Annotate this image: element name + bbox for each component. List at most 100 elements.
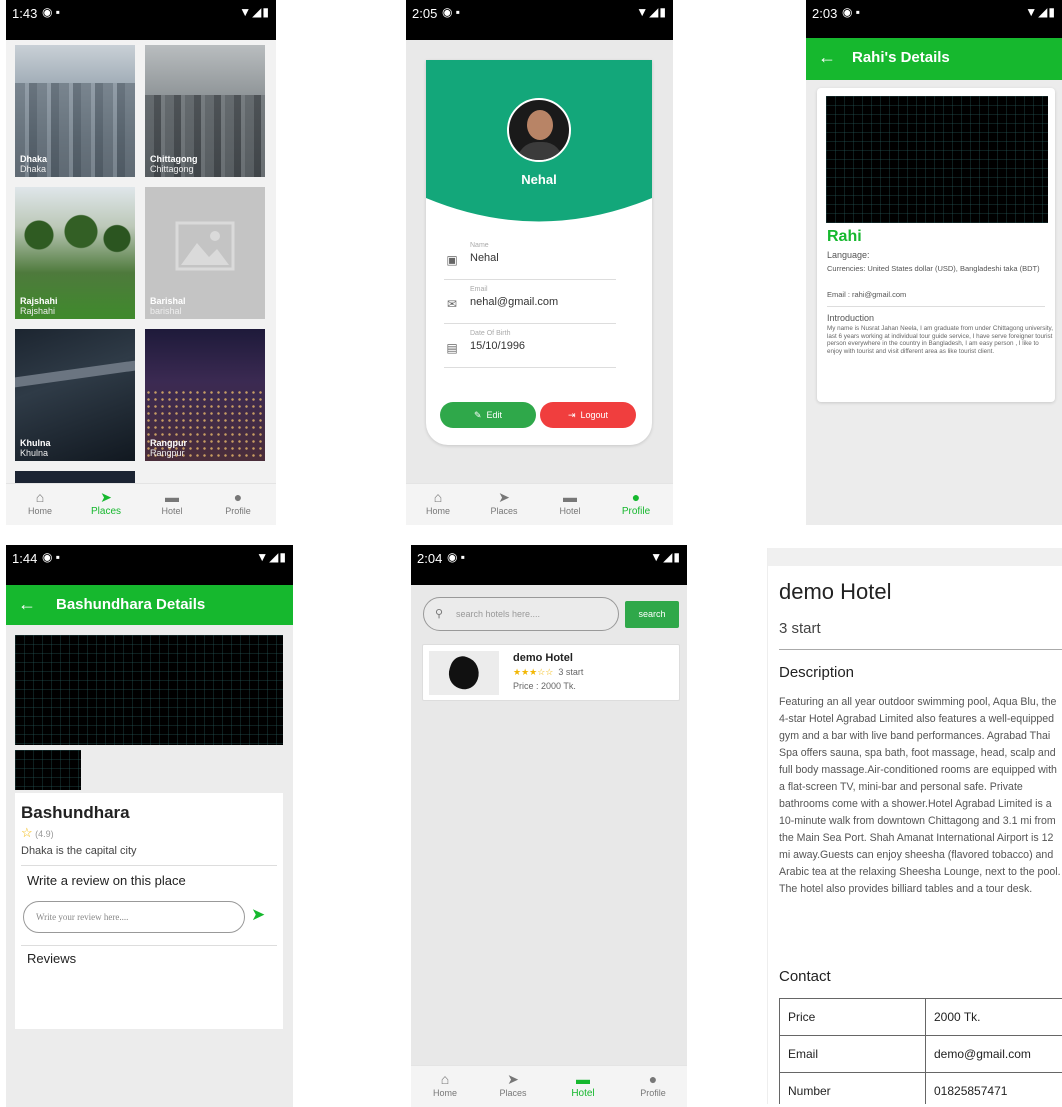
status-bar: 2:05 ◉ ▪ ▼◢▮ xyxy=(406,0,673,40)
logout-icon: ⇥ xyxy=(567,410,576,420)
notification-icons: ◉ ▪ xyxy=(447,550,466,564)
nav-label: Hotel xyxy=(161,506,183,516)
search-icon: ⚲ xyxy=(435,608,444,620)
bottom-nav: ⌂ Home ➤ Places ▬ Hotel ● Profile xyxy=(411,1065,687,1107)
city-name: Rangpur xyxy=(150,438,187,448)
status-bar: 1:43 ◉ ▪ ▼◢▮ xyxy=(6,0,276,40)
search-input[interactable]: ⚲ search hotels here.... xyxy=(423,597,619,631)
nav-home[interactable]: ⌂ Home xyxy=(415,1070,475,1098)
guide-card: Rahi Language: Currencies: United States… xyxy=(817,88,1055,402)
nav-label: Profile xyxy=(621,506,651,517)
city-image xyxy=(15,207,135,277)
field-value: Nehal xyxy=(470,252,499,264)
page-title: Bashundhara Details xyxy=(56,596,206,613)
send-icon[interactable]: ➤ xyxy=(251,905,265,925)
status-time: 1:44 xyxy=(12,551,38,566)
nav-label: Places xyxy=(490,506,518,516)
city-subtitle: Dhaka xyxy=(20,164,47,174)
city-card-khulna[interactable]: Khulna Khulna xyxy=(15,329,135,461)
back-arrow-icon[interactable]: ← xyxy=(818,47,836,68)
divider xyxy=(21,865,277,866)
contact-value[interactable]: 01825857471 xyxy=(925,1072,1062,1104)
description-text: Featuring an all year outdoor swimming p… xyxy=(779,696,1061,895)
divider xyxy=(827,306,1045,307)
nav-home[interactable]: ⌂ Home xyxy=(10,488,70,516)
guide-currencies: Currencies: United States dollar (USD), … xyxy=(827,264,1040,273)
bed-icon: ▬ xyxy=(165,489,179,505)
navigation-arrow-icon: ➤ xyxy=(100,489,112,505)
screen-places: 1:43 ◉ ▪ ▼◢▮ Dhaka Dhaka Chittagong Chit… xyxy=(6,0,276,525)
hotel-name: demo Hotel xyxy=(513,652,573,664)
bed-icon: ▬ xyxy=(563,489,577,505)
hotel-title: demo Hotel xyxy=(779,579,892,604)
nav-places[interactable]: ➤ Places xyxy=(76,488,136,517)
city-card-chittagong[interactable]: Chittagong Chittagong xyxy=(145,45,265,177)
review-heading: Write a review on this place xyxy=(27,873,186,888)
signal-battery-icon: ▼◢▮ xyxy=(256,550,287,564)
nav-label: Home xyxy=(432,1088,457,1098)
mail-icon: ✉ xyxy=(446,297,458,311)
profile-name: Nehal xyxy=(521,172,557,187)
search-placeholder: search hotels here.... xyxy=(456,609,541,619)
description-heading: Description xyxy=(779,664,855,681)
nav-places[interactable]: ➤ Places xyxy=(483,1070,543,1098)
intro-heading: Introduction xyxy=(827,313,875,323)
nav-profile[interactable]: ● Profile xyxy=(606,488,666,517)
review-input[interactable]: Write your review here.... xyxy=(23,901,245,933)
place-name: Bashundhara xyxy=(21,803,130,822)
hotel-price: Price : 2000 Tk. xyxy=(513,681,576,691)
home-icon: ⌂ xyxy=(433,489,443,505)
logout-button[interactable]: ⇥ Logout xyxy=(540,402,636,428)
city-card-rangpur[interactable]: Rangpur Rangpur xyxy=(145,329,265,461)
rating-value: (4.9) xyxy=(35,829,54,839)
nav-hotel[interactable]: ▬ Hotel xyxy=(142,488,202,516)
edit-button[interactable]: ✎ Edit xyxy=(440,402,536,428)
guide-photo xyxy=(826,96,1048,223)
back-arrow-icon[interactable]: ← xyxy=(18,594,36,615)
rating-text: 3 start xyxy=(558,667,584,677)
city-name: Khulna xyxy=(20,438,51,448)
nav-home[interactable]: ⌂ Home xyxy=(408,488,468,516)
star-icon: ☆ xyxy=(21,825,33,840)
search-button[interactable]: search xyxy=(625,601,679,628)
nav-label: Places xyxy=(499,1088,527,1098)
edit-label: Edit xyxy=(486,410,503,420)
contact-label: Email xyxy=(779,1035,926,1073)
city-subtitle: barishal xyxy=(150,306,182,316)
city-card-rajshahi[interactable]: Rajshahi Rajshahi xyxy=(15,187,135,319)
calendar-icon: ▤ xyxy=(446,341,458,355)
contact-label: Number xyxy=(779,1072,926,1104)
screen-guide-details: 2:03 ◉ ▪ ▼◢▮ ← Rahi's Details Rahi Langu… xyxy=(806,0,1062,525)
intro-text: My name is Nusrat Jahan Neela, I am grad… xyxy=(827,325,1053,355)
divider xyxy=(779,649,1062,650)
top-edge xyxy=(768,548,1062,566)
nav-label: Hotel xyxy=(571,1088,595,1099)
city-card-barishal[interactable]: Barishal barishal xyxy=(145,187,265,319)
contact-heading: Contact xyxy=(779,968,831,985)
hotel-thumbnail xyxy=(429,651,499,695)
hotel-list-item[interactable]: demo Hotel ★★★☆☆ 3 start Price : 2000 Tk… xyxy=(422,644,680,701)
notification-icons: ◉ ▪ xyxy=(42,550,61,564)
place-rating: ☆ (4.9) xyxy=(21,825,54,841)
nav-profile[interactable]: ● Profile xyxy=(623,1070,683,1098)
city-card-dhaka[interactable]: Dhaka Dhaka xyxy=(15,45,135,177)
contact-value[interactable]: demo@gmail.com xyxy=(925,1035,1062,1073)
home-icon: ⌂ xyxy=(35,489,45,505)
bottom-nav: ⌂ Home ➤ Places ▬ Hotel ● Profile xyxy=(6,483,276,525)
field-value: 15/10/1996 xyxy=(470,340,526,352)
nav-hotel[interactable]: ▬ Hotel xyxy=(553,1070,613,1099)
city-name: Barishal xyxy=(150,296,186,306)
nav-profile[interactable]: ● Profile xyxy=(208,488,268,516)
nav-hotel[interactable]: ▬ Hotel xyxy=(540,488,600,516)
place-thumbnail[interactable] xyxy=(15,750,81,790)
star-rating-icon: ★★★☆☆ xyxy=(513,667,554,677)
hotel-rating-text: 3 start xyxy=(779,620,821,637)
profile-card: Nehal ▣ Name Nehal ✉ Email nehal@gmail.c… xyxy=(426,60,652,445)
signal-battery-icon: ▼◢▮ xyxy=(650,550,681,564)
table-row: Number 01825857471 xyxy=(779,1072,1062,1104)
status-bar: 2:04 ◉ ▪ ▼◢▮ xyxy=(411,545,687,585)
page-title: Rahi's Details xyxy=(852,49,950,66)
field-label: Name xyxy=(470,242,489,249)
nav-places[interactable]: ➤ Places xyxy=(474,488,534,516)
nav-label: Hotel xyxy=(559,506,581,516)
